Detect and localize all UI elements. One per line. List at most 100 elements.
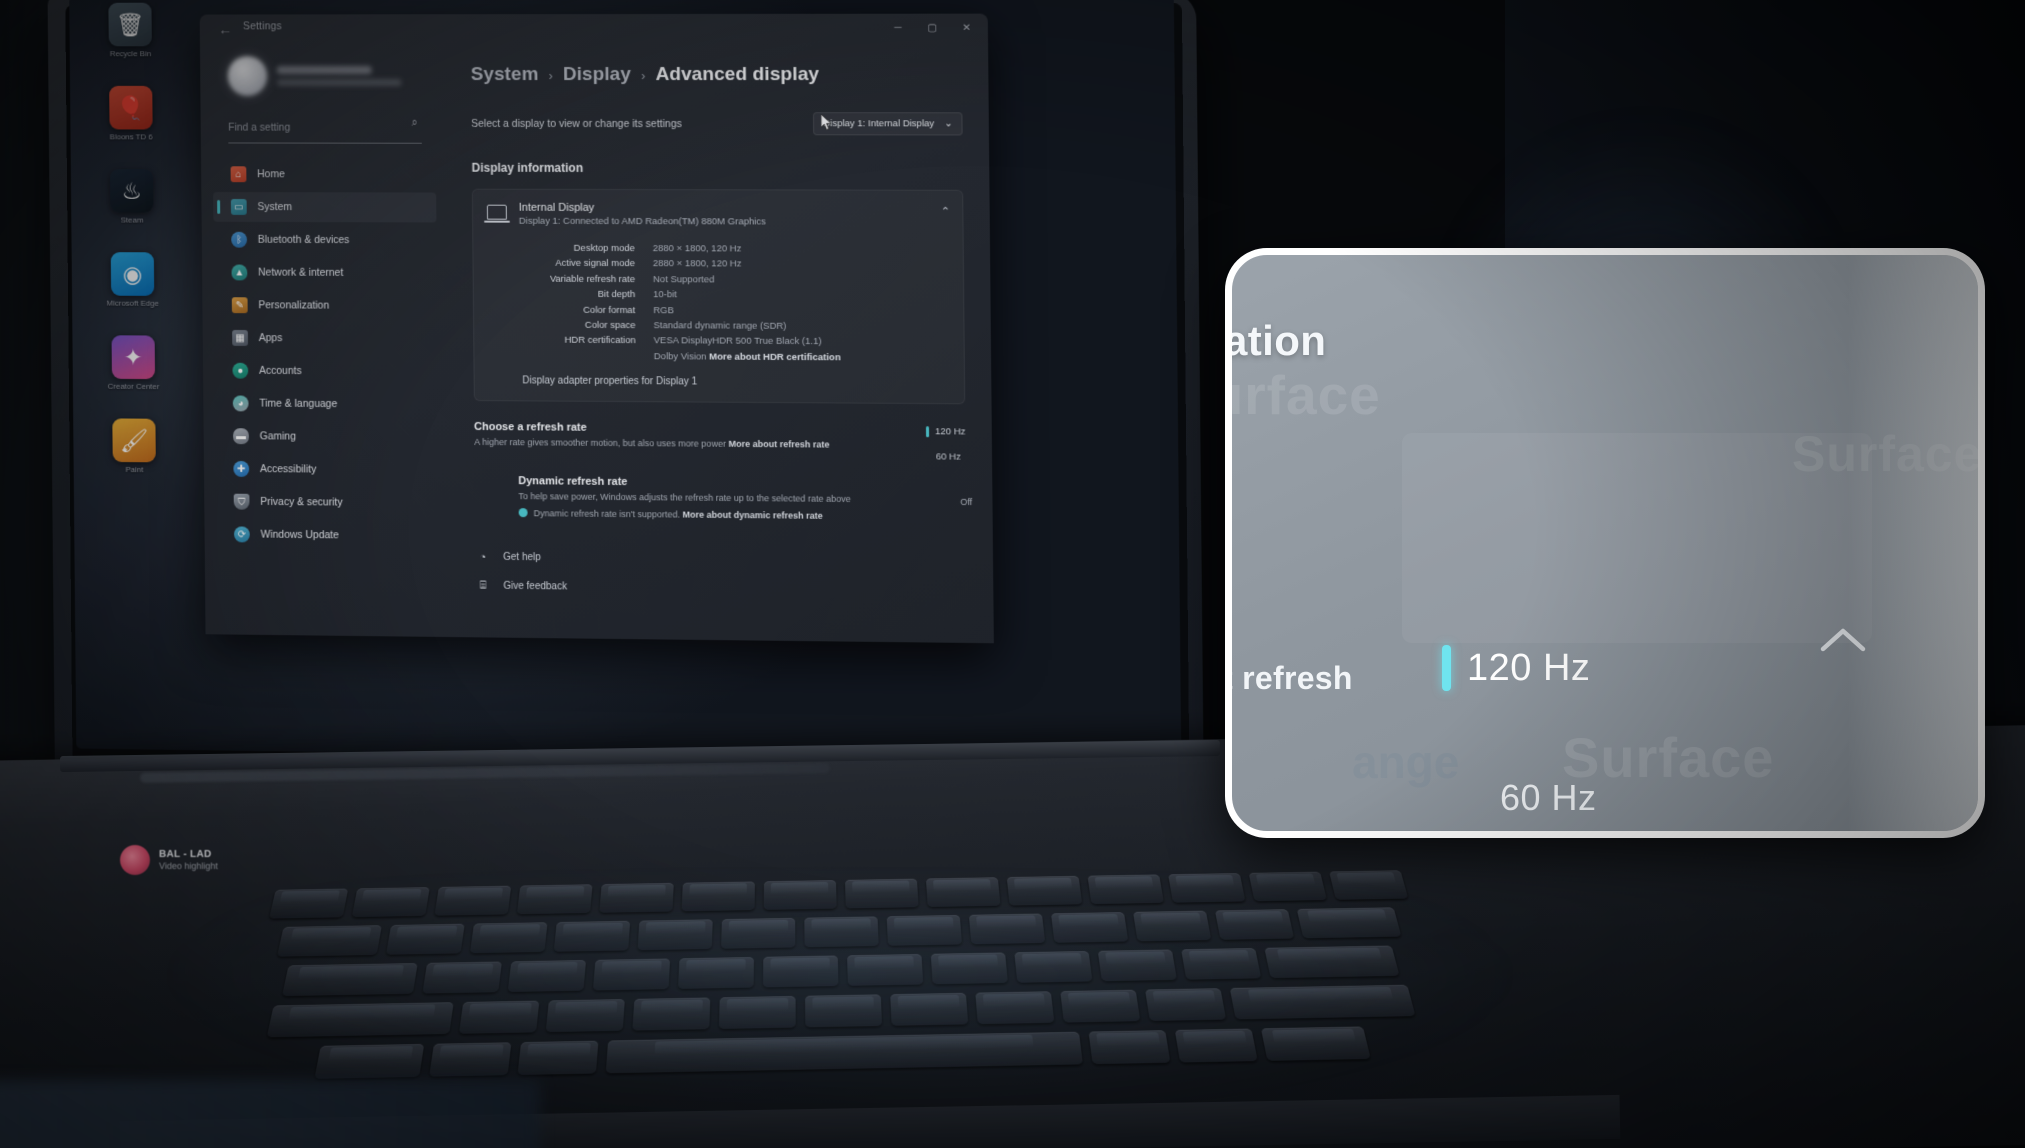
dynamic-refresh-block: Dynamic refresh rate To help save power,… bbox=[518, 475, 972, 524]
table-row: Dolby Vision More about HDR certificatio… bbox=[522, 348, 950, 366]
home-icon: ⌂ bbox=[230, 166, 247, 183]
sidebar-nav: ⌂ Home ▭ System ᛒ Bluetooth & devices ▲ … bbox=[201, 159, 451, 551]
user-profile[interactable] bbox=[200, 42, 447, 96]
sidebar-item-bluetooth[interactable]: ᛒ Bluetooth & devices bbox=[213, 225, 436, 256]
sidebar-item-windows-update[interactable]: ⟳ Windows Update bbox=[216, 519, 439, 551]
search-input[interactable]: Find a setting ⌕ bbox=[228, 117, 422, 144]
sidebar-item-label: Gaming bbox=[259, 430, 296, 443]
desktop-icon[interactable]: 🎈 Bloons TD 6 bbox=[80, 85, 183, 163]
sidebar-item-label: System bbox=[257, 201, 293, 214]
row-value: Standard dynamic range (SDR) bbox=[653, 320, 787, 332]
mouse-cursor-icon bbox=[821, 114, 833, 131]
desktop-icon[interactable]: ✦ Creator Center bbox=[82, 335, 185, 413]
hdr-dolby-text: Dolby Vision bbox=[653, 350, 710, 363]
sidebar-item-personalization[interactable]: ✎ Personalization bbox=[214, 290, 437, 321]
info-dot-icon bbox=[518, 507, 528, 517]
chevron-up-icon[interactable] bbox=[1818, 623, 1868, 657]
breadcrumb: System › Display › Advanced display bbox=[471, 64, 963, 86]
display-device-name: Internal Display bbox=[518, 201, 595, 214]
give-feedback-label: Give feedback bbox=[503, 580, 568, 593]
refresh-rate-desc: A higher rate gives smoother motion, but… bbox=[474, 436, 829, 452]
display-adapter-properties-link[interactable]: Display adapter properties for Display 1 bbox=[522, 375, 950, 389]
creator-icon: ✦ bbox=[111, 335, 156, 380]
video-overlay: BAL - LAD Video highlight bbox=[120, 845, 218, 875]
row-key: Color format bbox=[583, 304, 636, 316]
dynamic-refresh-title: Dynamic refresh rate bbox=[518, 475, 628, 489]
footer-links: ◔ Get help ⌸ Give feedback bbox=[475, 550, 967, 599]
row-value: 2880 × 1800, 120 Hz bbox=[652, 243, 742, 255]
recycle-bin-icon: 🗑 bbox=[108, 2, 152, 47]
video-overlay-title: BAL - LAD bbox=[159, 849, 212, 860]
magnified-alternate-rate[interactable]: 60 Hz bbox=[1500, 777, 1597, 819]
table-row: Variable refresh rate Not Supported bbox=[521, 271, 949, 288]
desktop-icon[interactable]: ♨ Steam bbox=[81, 169, 184, 247]
desktop-icon[interactable]: 🗑 Recycle Bin bbox=[79, 2, 182, 80]
sidebar-item-accounts[interactable]: ● Accounts bbox=[215, 356, 438, 387]
give-feedback-link[interactable]: ⌸ Give feedback bbox=[476, 579, 968, 599]
display-selector-row: Select a display to view or change its s… bbox=[471, 112, 963, 136]
desktop-icon-label: Creator Center bbox=[107, 381, 160, 392]
system-icon: ▭ bbox=[230, 199, 247, 215]
sidebar-item-home[interactable]: ⌂ Home bbox=[213, 159, 436, 189]
magnified-selected-rate[interactable]: 120 Hz bbox=[1442, 645, 1590, 691]
breadcrumb-system[interactable]: System bbox=[471, 64, 539, 86]
sidebar-item-system[interactable]: ▭ System bbox=[213, 192, 437, 223]
avatar bbox=[227, 56, 268, 96]
sidebar-item-gaming[interactable]: ▬ Gaming bbox=[215, 421, 438, 452]
refresh-rate-selected[interactable]: 120 Hz bbox=[926, 426, 966, 438]
chevron-up-icon[interactable]: ⌃ bbox=[941, 205, 950, 218]
breadcrumb-display[interactable]: Display bbox=[563, 64, 631, 86]
search-placeholder: Find a setting bbox=[228, 121, 291, 134]
video-overlay-text: BAL - LAD Video highlight bbox=[159, 849, 218, 871]
row-key: Variable refresh rate bbox=[549, 273, 636, 285]
sidebar-item-accessibility[interactable]: ✚ Accessibility bbox=[216, 454, 439, 486]
paint-icon: 🖌 bbox=[112, 418, 156, 463]
refresh-rate-options: 120 Hz 60 Hz bbox=[926, 424, 966, 463]
settings-sidebar: Find a setting ⌕ ⌂ Home ▭ System ᛒ Bluet… bbox=[200, 42, 452, 637]
windows-desktop: 🗑 Recycle Bin 🎈 Bloons TD 6 ♨ Steam ◉ Mi… bbox=[69, 0, 1182, 764]
display-selector-value: Display 1: Internal Display bbox=[823, 118, 935, 130]
hdr-more-link[interactable]: More about HDR certification bbox=[709, 351, 841, 363]
refresh-rate-more-link[interactable]: More about refresh rate bbox=[728, 439, 829, 450]
dynamic-refresh-status-text: Dynamic refresh rate isn't supported. bbox=[533, 507, 681, 520]
desktop-icon-label: Paint bbox=[125, 465, 144, 475]
refresh-rate-title: Choose a refresh rate bbox=[474, 420, 587, 434]
sidebar-item-label: Apps bbox=[258, 332, 283, 345]
sidebar-item-time-language[interactable]: ◕ Time & language bbox=[215, 388, 438, 419]
refresh-rate-selected-label: 120 Hz bbox=[934, 426, 966, 438]
table-row: Active signal mode 2880 × 1800, 120 Hz bbox=[521, 256, 949, 273]
feedback-icon: ⌸ bbox=[479, 579, 487, 592]
sidebar-item-label: Privacy & security bbox=[260, 495, 343, 509]
breadcrumb-separator: › bbox=[548, 68, 554, 84]
display-selector-dropdown[interactable]: Display 1: Internal Display ⌄ bbox=[813, 112, 963, 136]
desktop-icon[interactable]: ◉ Microsoft Edge bbox=[81, 252, 184, 330]
settings-window: ← Settings ─ ▢ ✕ Find a setting ⌕ ⌂ Home… bbox=[199, 13, 994, 644]
selected-indicator bbox=[926, 426, 929, 438]
close-button[interactable]: ✕ bbox=[949, 14, 984, 42]
steam-icon: ♨ bbox=[109, 169, 154, 213]
sidebar-item-privacy-security[interactable]: ⛉ Privacy & security bbox=[216, 487, 439, 519]
update-icon: ⟳ bbox=[233, 526, 250, 543]
sidebar-item-network[interactable]: ▲ Network & internet bbox=[214, 257, 437, 288]
get-help-link[interactable]: ◔ Get help bbox=[475, 550, 967, 570]
game-icon: 🎈 bbox=[109, 85, 153, 130]
magnifier-content: Surface Surface Surface ange ation t ref… bbox=[1232, 255, 1978, 831]
refresh-rate-option-60[interactable]: 60 Hz bbox=[936, 451, 966, 462]
magnified-refresh-fragment: t refresh bbox=[1225, 660, 1353, 696]
dynamic-refresh-more-link[interactable]: More about dynamic refresh rate bbox=[683, 509, 823, 520]
row-key: HDR certification bbox=[564, 334, 636, 347]
desktop-icon-list: 🗑 Recycle Bin 🎈 Bloons TD 6 ♨ Steam ◉ Mi… bbox=[79, 2, 191, 503]
row-key: Color space bbox=[584, 319, 636, 331]
desktop-icon[interactable]: 🖌 Paint bbox=[83, 418, 186, 496]
back-icon[interactable]: ← bbox=[215, 19, 235, 39]
sidebar-item-apps[interactable]: ▦ Apps bbox=[214, 323, 437, 354]
minimize-button[interactable]: ─ bbox=[881, 14, 916, 42]
dynamic-refresh-toggle-label: Off bbox=[960, 496, 973, 508]
row-value: Dolby Vision More about HDR certificatio… bbox=[654, 349, 841, 365]
dynamic-refresh-desc: To help save power, Windows adjusts the … bbox=[518, 491, 851, 504]
maximize-button[interactable]: ▢ bbox=[915, 14, 950, 42]
profile-email-blurred bbox=[276, 78, 402, 86]
row-value: 10-bit bbox=[653, 289, 678, 301]
row-key: Desktop mode bbox=[573, 242, 635, 255]
desktop-icon-label: Microsoft Edge bbox=[106, 298, 159, 308]
